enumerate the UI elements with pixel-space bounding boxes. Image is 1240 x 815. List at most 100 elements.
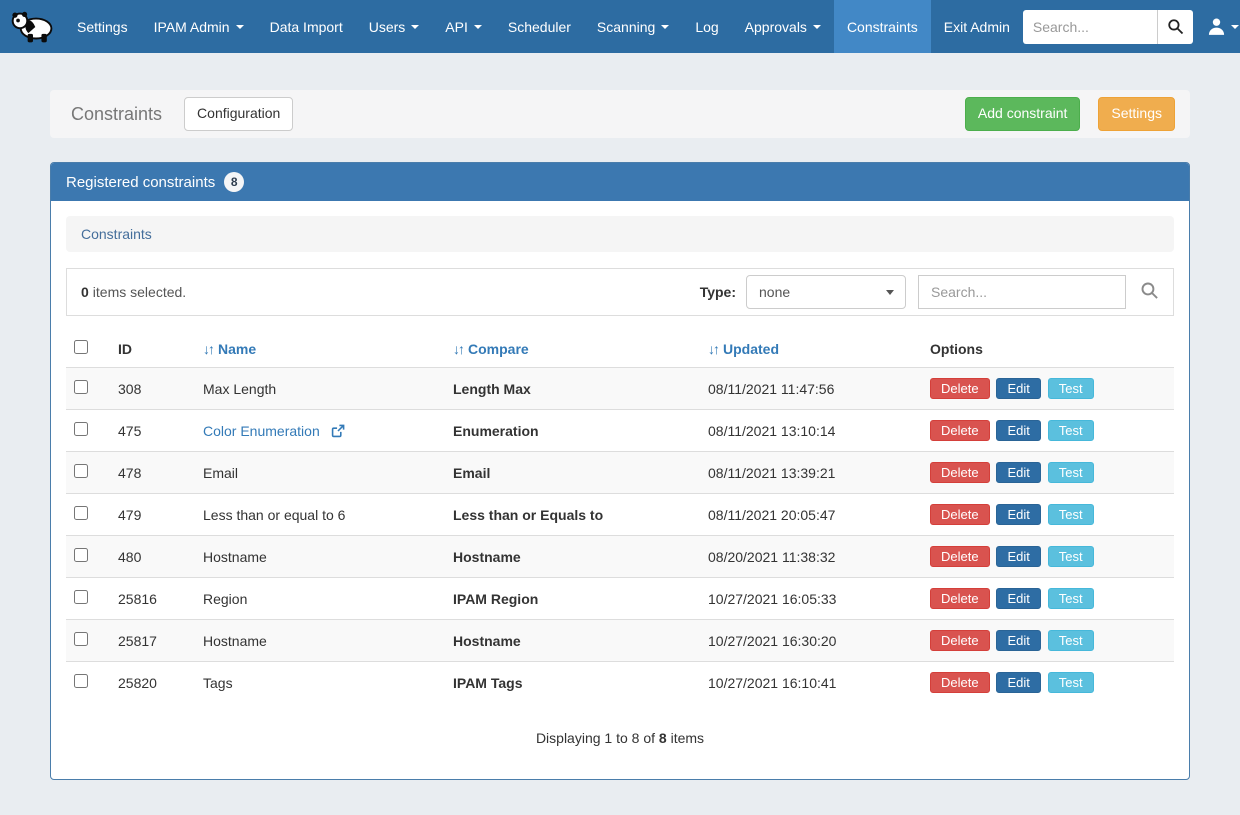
test-button[interactable]: Test — [1048, 378, 1094, 399]
nav-item-label: IPAM Admin — [154, 19, 230, 35]
edit-button[interactable]: Edit — [996, 588, 1040, 609]
test-button[interactable]: Test — [1048, 504, 1094, 525]
row-id: 25817 — [110, 620, 195, 662]
chevron-down-icon — [661, 25, 669, 29]
edit-button[interactable]: Edit — [996, 378, 1040, 399]
edit-button[interactable]: Edit — [996, 630, 1040, 651]
chevron-down-icon — [474, 25, 482, 29]
row-checkbox[interactable] — [74, 632, 88, 646]
nav-item-ipam-admin[interactable]: IPAM Admin — [141, 0, 257, 53]
navbar-search-input[interactable] — [1023, 10, 1157, 44]
table-search-button[interactable] — [1126, 281, 1159, 303]
row-checkbox[interactable] — [74, 464, 88, 478]
search-icon — [1167, 18, 1184, 35]
tab-constraints[interactable]: Constraints — [66, 216, 1174, 252]
row-compare: Enumeration — [445, 410, 700, 452]
delete-button[interactable]: Delete — [930, 546, 990, 567]
table-row: 480 Hostname Hostname 08/20/2021 11:38:3… — [66, 536, 1174, 578]
test-button[interactable]: Test — [1048, 672, 1094, 693]
search-icon — [1140, 281, 1159, 300]
type-filter-label: Type: — [700, 284, 736, 300]
table-header-row: ID ↓↑Name ↓↑Compare ↓↑Updated Options — [66, 330, 1174, 368]
delete-button[interactable]: Delete — [930, 462, 990, 483]
configuration-button[interactable]: Configuration — [184, 97, 293, 131]
nav-item-data-import[interactable]: Data Import — [257, 0, 356, 53]
test-button[interactable]: Test — [1048, 546, 1094, 567]
delete-button[interactable]: Delete — [930, 504, 990, 525]
page-title: Constraints — [71, 104, 162, 125]
delete-button[interactable]: Delete — [930, 672, 990, 693]
count-badge: 8 — [224, 172, 244, 192]
external-link-icon[interactable] — [331, 424, 345, 438]
row-id: 480 — [110, 536, 195, 578]
nav-item-users[interactable]: Users — [356, 0, 433, 53]
row-updated: 08/11/2021 13:10:14 — [700, 410, 922, 452]
navbar-search — [1023, 10, 1193, 44]
app-logo — [0, 0, 64, 53]
delete-button[interactable]: Delete — [930, 588, 990, 609]
table-row: 25817 Hostname Hostname 10/27/2021 16:30… — [66, 620, 1174, 662]
row-checkbox[interactable] — [74, 380, 88, 394]
test-button[interactable]: Test — [1048, 420, 1094, 441]
user-menu[interactable] — [1207, 17, 1239, 36]
row-checkbox[interactable] — [74, 674, 88, 688]
nav-item-constraints[interactable]: Constraints — [834, 0, 931, 53]
table-row: 25816 Region IPAM Region 10/27/2021 16:0… — [66, 578, 1174, 620]
row-compare: Hostname — [445, 536, 700, 578]
nav-item-exit-admin[interactable]: Exit Admin — [931, 0, 1023, 53]
nav-item-scheduler[interactable]: Scheduler — [495, 0, 584, 53]
row-compare: Less than or Equals to — [445, 494, 700, 536]
selected-count: 0 — [81, 284, 89, 300]
column-header-updated[interactable]: ↓↑Updated — [700, 330, 922, 368]
table-toolbar: 0 items selected. Type: none — [66, 268, 1174, 316]
test-button[interactable]: Test — [1048, 462, 1094, 483]
edit-button[interactable]: Edit — [996, 672, 1040, 693]
edit-button[interactable]: Edit — [996, 420, 1040, 441]
nav-item-approvals[interactable]: Approvals — [732, 0, 834, 53]
row-checkbox[interactable] — [74, 590, 88, 604]
row-name: Hostname — [203, 549, 267, 565]
edit-button[interactable]: Edit — [996, 504, 1040, 525]
test-button[interactable]: Test — [1048, 630, 1094, 651]
delete-button[interactable]: Delete — [930, 420, 990, 441]
delete-button[interactable]: Delete — [930, 378, 990, 399]
row-compare: Email — [445, 452, 700, 494]
type-select-wrap: none — [746, 275, 906, 309]
chevron-down-icon — [236, 25, 244, 29]
nav-item-label: Approvals — [745, 19, 807, 35]
table-row: 308 Max Length Length Max 08/11/2021 11:… — [66, 368, 1174, 410]
settings-button[interactable]: Settings — [1098, 97, 1175, 131]
row-updated: 08/11/2021 20:05:47 — [700, 494, 922, 536]
nav-item-scanning[interactable]: Scanning — [584, 0, 682, 53]
table-search-input[interactable] — [918, 275, 1126, 309]
nav-item-log[interactable]: Log — [682, 0, 731, 53]
type-select[interactable]: none — [746, 275, 906, 309]
navbar-menu: Settings IPAM Admin Data Import Users AP… — [64, 0, 1023, 53]
select-all-checkbox[interactable] — [74, 340, 88, 354]
nav-item-api[interactable]: API — [432, 0, 495, 53]
column-header-name[interactable]: ↓↑Name — [195, 330, 445, 368]
row-checkbox[interactable] — [74, 548, 88, 562]
column-header-compare[interactable]: ↓↑Compare — [445, 330, 700, 368]
navbar-search-button[interactable] — [1157, 10, 1193, 44]
sort-icon: ↓↑ — [453, 341, 463, 357]
edit-button[interactable]: Edit — [996, 462, 1040, 483]
add-constraint-button[interactable]: Add constraint — [965, 97, 1081, 131]
delete-button[interactable]: Delete — [930, 630, 990, 651]
row-compare: IPAM Region — [445, 578, 700, 620]
column-header-name-label: Name — [218, 341, 256, 357]
selected-text: items selected. — [93, 284, 186, 300]
nav-item-label: Users — [369, 19, 406, 35]
row-name[interactable]: Color Enumeration — [203, 423, 320, 439]
nav-item-settings[interactable]: Settings — [64, 0, 141, 53]
top-navbar: Settings IPAM Admin Data Import Users AP… — [0, 0, 1240, 53]
test-button[interactable]: Test — [1048, 588, 1094, 609]
panda-logo-icon — [10, 8, 56, 46]
row-id: 478 — [110, 452, 195, 494]
row-checkbox[interactable] — [74, 506, 88, 520]
nav-item-label: Scheduler — [508, 19, 571, 35]
table-row: 25820 Tags IPAM Tags 10/27/2021 16:10:41… — [66, 662, 1174, 704]
edit-button[interactable]: Edit — [996, 546, 1040, 567]
panel-title: Registered constraints — [66, 174, 215, 191]
row-checkbox[interactable] — [74, 422, 88, 436]
